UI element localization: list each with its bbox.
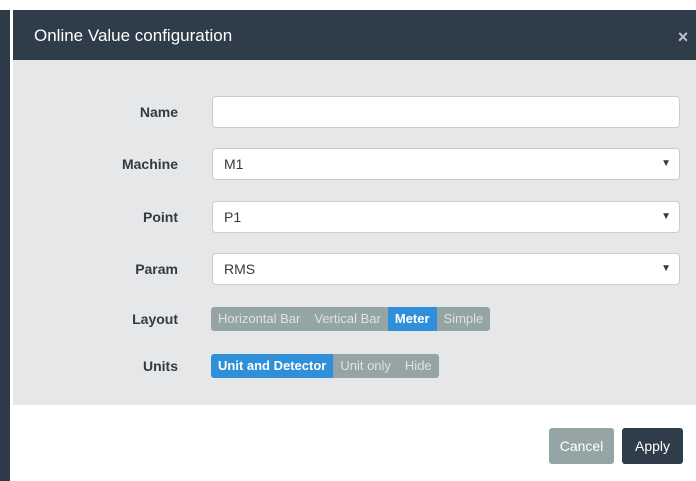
machine-row: Machine M1 ▼ — [13, 148, 696, 180]
layout-option-horizontal-bar[interactable]: Horizontal Bar — [211, 307, 308, 331]
point-select[interactable]: P1 ▼ — [212, 201, 680, 233]
param-label: Param — [135, 261, 178, 277]
close-icon[interactable]: × — [674, 28, 692, 46]
dialog-body: Name Machine M1 ▼ Point P1 ▼ Param RMS ▼ — [13, 60, 696, 405]
units-option-hide[interactable]: Hide — [397, 354, 439, 378]
chevron-down-icon: ▼ — [661, 263, 671, 274]
dialog-header: Online Value configuration × — [13, 10, 696, 60]
layout-row: Layout Horizontal Bar Vertical Bar Meter… — [13, 303, 696, 335]
layout-segmented-control: Horizontal Bar Vertical Bar Meter Simple — [211, 307, 491, 331]
machine-select[interactable]: M1 ▼ — [212, 148, 680, 180]
machine-select-value: M1 — [224, 156, 244, 172]
layout-option-vertical-bar[interactable]: Vertical Bar — [307, 307, 388, 331]
units-option-unit-and-detector[interactable]: Unit and Detector — [211, 354, 334, 378]
point-select-value: P1 — [224, 209, 242, 225]
apply-button[interactable]: Apply — [622, 428, 683, 464]
backdrop-edge — [0, 0, 10, 481]
dialog-title: Online Value configuration — [34, 26, 233, 45]
param-select[interactable]: RMS ▼ — [212, 253, 680, 285]
point-label: Point — [143, 209, 178, 225]
name-label: Name — [139, 104, 178, 120]
param-row: Param RMS ▼ — [13, 253, 696, 285]
point-row: Point P1 ▼ — [13, 201, 696, 233]
dialog-footer: Cancel Apply — [13, 405, 696, 481]
backdrop-top — [0, 0, 696, 10]
units-segmented-control: Unit and Detector Unit only Hide — [211, 354, 439, 378]
name-input[interactable] — [212, 96, 680, 128]
units-option-unit-only[interactable]: Unit only — [333, 354, 398, 378]
units-label: Units — [143, 358, 178, 374]
chevron-down-icon: ▼ — [661, 211, 671, 222]
layout-label: Layout — [132, 311, 178, 327]
units-row: Units Unit and Detector Unit only Hide — [13, 350, 696, 382]
layout-option-simple[interactable]: Simple — [436, 307, 491, 331]
chevron-down-icon: ▼ — [661, 158, 671, 169]
param-select-value: RMS — [224, 261, 256, 277]
layout-option-meter[interactable]: Meter — [387, 307, 437, 331]
config-dialog: Online Value configuration × Name Machin… — [13, 10, 696, 481]
machine-label: Machine — [121, 156, 178, 172]
cancel-button[interactable]: Cancel — [549, 428, 614, 464]
name-row: Name — [13, 96, 696, 128]
